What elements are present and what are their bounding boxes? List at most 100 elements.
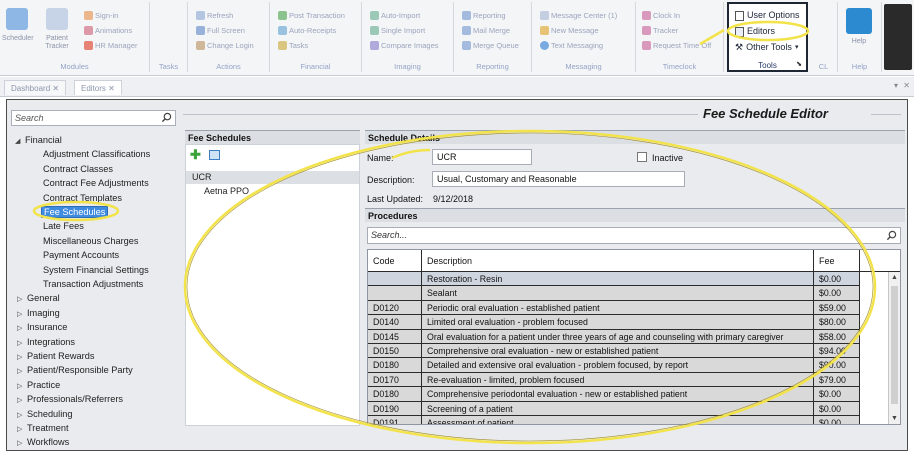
tree-item-miscellaneous-charges[interactable]: Miscellaneous Charges — [43, 235, 139, 248]
collapsed-arrow-icon[interactable]: ▷ — [17, 337, 27, 350]
table-row[interactable]: D0191 Assessment of patient $0.00 — [368, 416, 888, 424]
collapsed-arrow-icon[interactable]: ▷ — [17, 409, 27, 422]
tree-item-insurance[interactable]: ▷ Insurance — [17, 321, 67, 334]
ribbon-item-sign-in[interactable]: Sign-in — [84, 10, 118, 21]
inactive-checkbox[interactable] — [637, 152, 647, 162]
tab-dashboard[interactable]: Dashboard ✕ — [4, 80, 67, 95]
close-icon[interactable]: ✕ — [52, 84, 59, 93]
collapsed-arrow-icon[interactable]: ▷ — [17, 437, 27, 450]
ribbon-item-auto-import[interactable]: Auto-Import — [370, 10, 420, 21]
ribbon-item-animations[interactable]: Animations — [84, 25, 132, 36]
collapsed-arrow-icon[interactable]: ▷ — [17, 365, 27, 378]
collapsed-arrow-icon[interactable]: ▷ — [17, 380, 27, 393]
column-header-description[interactable]: Description — [422, 250, 814, 272]
tree-item-patient-rewards[interactable]: ▷ Patient Rewards — [17, 350, 94, 363]
tree-item-imaging[interactable]: ▷ Imaging — [17, 307, 60, 320]
ribbon-item-message-center[interactable]: Message Center (1) — [540, 10, 617, 21]
close-icon[interactable]: ✕ — [903, 81, 910, 90]
search-icon[interactable] — [161, 112, 172, 123]
tree-item-scheduling[interactable]: ▷ Scheduling — [17, 408, 72, 421]
tree-item-contract-templates[interactable]: Contract Templates — [43, 192, 122, 205]
table-row[interactable]: D0180 Detailed and extensive oral evaluat… — [368, 358, 888, 373]
user-options-button[interactable]: User Options — [735, 9, 800, 22]
tree-item-financial[interactable]: ◢ Financial — [15, 134, 62, 147]
patient-tracker-icon[interactable] — [46, 8, 68, 30]
scroll-up-icon[interactable]: ▲ — [891, 274, 898, 281]
other-tools-button[interactable]: ⚒ Other Tools ▾ — [735, 41, 798, 54]
dialog-launcher-icon[interactable]: ⬊ — [796, 60, 802, 68]
column-header-fee[interactable]: Fee — [814, 250, 860, 272]
ribbon-item-compare-images[interactable]: Compare Images — [370, 40, 439, 51]
column-header-code[interactable]: Code — [368, 250, 422, 272]
table-row[interactable]: D0140 Limited oral evaluation - problem f… — [368, 315, 888, 330]
collapsed-arrow-icon[interactable]: ▷ — [17, 423, 27, 436]
tree-item-contract-fee-adjustments[interactable]: Contract Fee Adjustments — [43, 177, 149, 190]
table-row[interactable]: Restoration - Resin $0.00 — [368, 272, 888, 287]
tree-item-adjustment-classifications[interactable]: Adjustment Classifications — [43, 148, 150, 161]
tree-item-transaction-adjustments[interactable]: Transaction Adjustments — [43, 278, 143, 291]
collapsed-arrow-icon[interactable]: ▷ — [17, 293, 27, 306]
procedure-search-input[interactable]: Search... — [367, 227, 901, 244]
collapsed-arrow-icon[interactable]: ▷ — [17, 308, 27, 321]
tree-item-practice[interactable]: ▷ Practice — [17, 379, 60, 392]
ribbon-item-mail-merge[interactable]: Mail Merge — [462, 25, 510, 36]
search-icon[interactable] — [886, 230, 897, 241]
table-row[interactable]: D0190 Screening of a patient $0.00 — [368, 401, 888, 416]
table-row[interactable]: D0145 Oral evaluation for a patient under… — [368, 329, 888, 344]
ribbon-item-new-message[interactable]: New Message — [540, 25, 599, 36]
expanded-arrow-icon[interactable]: ◢ — [15, 135, 25, 148]
scheduler-label[interactable]: Scheduler — [2, 35, 34, 43]
scheduler-icon[interactable] — [6, 8, 28, 30]
scrollbar-thumb[interactable] — [891, 286, 898, 404]
description-field[interactable]: Usual, Customary and Reasonable — [432, 171, 685, 187]
ribbon-item-reporting[interactable]: Reporting — [462, 10, 506, 21]
ribbon-item-merge-queue[interactable]: Merge Queue — [462, 40, 519, 51]
patient-tracker-label[interactable]: Patient Tracker — [42, 35, 72, 51]
table-row[interactable]: D0120 Periodic oral evaluation - establis… — [368, 300, 888, 316]
tree-item-contract-classes[interactable]: Contract Classes — [43, 163, 113, 176]
tree-search-input[interactable]: Search — [11, 110, 176, 126]
table-row[interactable]: D0150 Comprehensive oral evaluation - new… — [368, 344, 888, 359]
ribbon-item-text-messaging[interactable]: Text Messaging — [540, 40, 603, 51]
ribbon-item-full-screen[interactable]: Full Screen — [196, 25, 245, 36]
tab-editors[interactable]: Editors ✕ — [74, 80, 122, 95]
help-button-label[interactable]: Help — [844, 38, 874, 46]
collapsed-arrow-icon[interactable]: ▷ — [17, 351, 27, 364]
ribbon-item-tracker[interactable]: Tracker — [642, 25, 678, 36]
tree-item-patient-responsible-party[interactable]: ▷ Patient/Responsible Party — [17, 364, 133, 377]
fee-schedule-item-aetna-ppo[interactable]: Aetna PPO — [186, 185, 359, 198]
ribbon-item-single-import[interactable]: Single Import — [370, 25, 425, 36]
chevron-down-icon[interactable]: ▾ — [894, 81, 898, 90]
tree-item-payment-accounts[interactable]: Payment Accounts — [43, 249, 119, 262]
table-row[interactable]: D0180 Comprehensive periodontal evaluatio… — [368, 387, 888, 402]
ribbon-item-refresh[interactable]: Refresh — [196, 10, 233, 21]
ribbon-item-request-time-off[interactable]: Request Time Off — [642, 40, 711, 51]
tree-item-workflows[interactable]: ▷ Workflows — [17, 436, 69, 449]
name-field[interactable]: UCR — [432, 149, 532, 165]
ribbon-item-financial-tasks[interactable]: Tasks — [278, 40, 308, 51]
close-icon[interactable]: ✕ — [108, 84, 115, 93]
tree-item-integrations[interactable]: ▷ Integrations — [17, 336, 75, 349]
collapsed-arrow-icon[interactable]: ▷ — [17, 394, 27, 407]
vertical-scrollbar[interactable]: ▲ ▼ — [888, 272, 900, 424]
scroll-down-icon[interactable]: ▼ — [891, 415, 898, 422]
copy-icon[interactable] — [208, 150, 220, 160]
tree-item-professionals-referrers[interactable]: ▷ Professionals/Referrers — [17, 393, 123, 406]
tree-item-system-financial-settings[interactable]: System Financial Settings — [43, 264, 149, 277]
tree-item-treatment[interactable]: ▷ Treatment — [17, 422, 69, 435]
table-row[interactable]: D0170 Re-evaluation - limited, problem fo… — [368, 372, 888, 388]
tree-item-general[interactable]: ▷ General — [17, 292, 60, 305]
table-row[interactable]: Sealant $0.00 — [368, 286, 888, 301]
editors-button[interactable]: Editors — [735, 25, 775, 38]
tree-item-late-fees[interactable]: Late Fees — [43, 220, 84, 233]
collapsed-arrow-icon[interactable]: ▷ — [17, 322, 27, 335]
ribbon-item-clock-in[interactable]: Clock In — [642, 10, 680, 21]
ribbon-item-change-login[interactable]: Change Login — [196, 40, 254, 51]
ribbon-item-auto-receipts[interactable]: Auto-Receipts — [278, 25, 336, 36]
tree-item-fee-schedules[interactable]: Fee Schedules — [41, 206, 109, 219]
ribbon-item-hr-manager[interactable]: HR Manager — [84, 40, 138, 51]
add-icon[interactable]: ✚ — [190, 148, 201, 161]
ribbon-item-post-transaction[interactable]: Post Transaction — [278, 10, 345, 21]
help-icon[interactable] — [846, 8, 872, 34]
fee-schedule-item-ucr[interactable]: UCR — [186, 171, 359, 184]
